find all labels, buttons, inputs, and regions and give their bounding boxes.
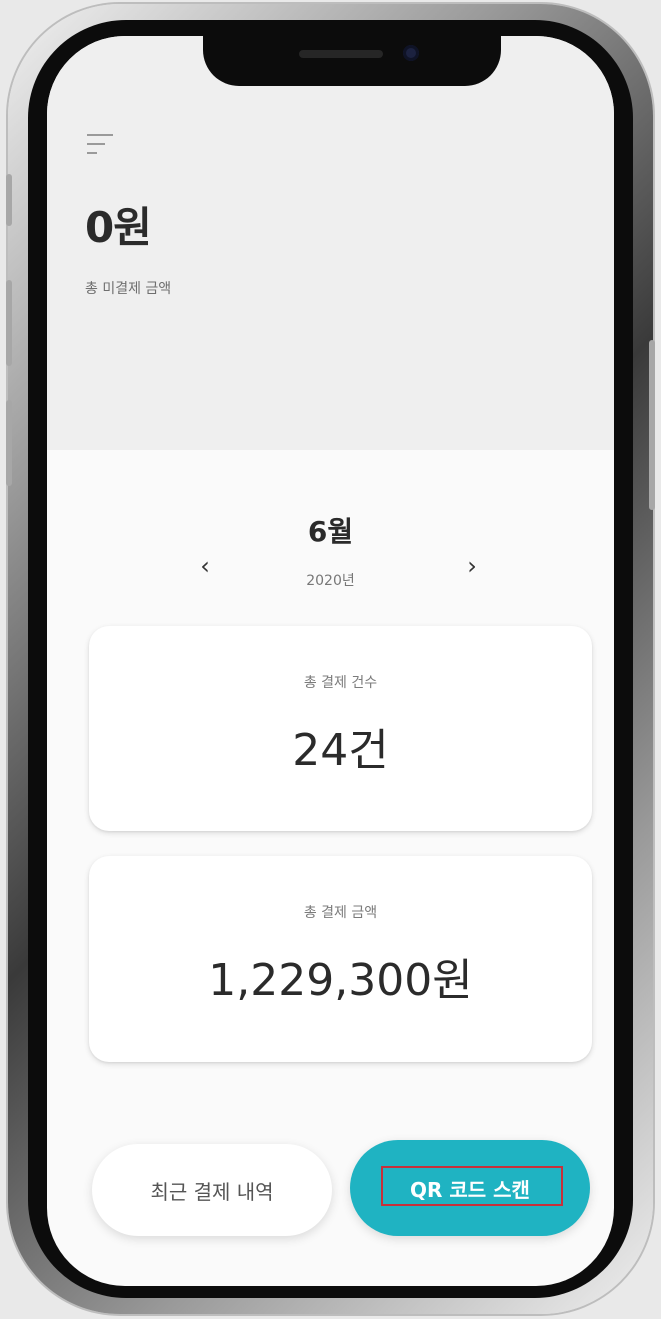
menu-icon[interactable] [87,132,113,156]
outstanding-label: 총 미결제 금액 [85,281,172,297]
summary-panel: 0원 총 미결제 금액 [47,36,614,450]
camera-icon [403,45,419,61]
qr-scan-button[interactable]: QR 코드 스캔 [350,1140,590,1236]
speaker-grille [299,50,383,58]
recent-payments-button[interactable]: 최근 결제 내역 [92,1144,332,1236]
qr-scan-label: QR 코드 스캔 [410,1177,530,1202]
app-screen: 0원 총 미결제 금액 6월 ‹ › 2020년 총 결제 건수 24건 총 결… [47,36,614,1286]
payment-count-card: 총 결제 건수 24건 [89,626,592,831]
phone-notch [203,36,501,86]
outstanding-amount: 0원 [85,203,152,252]
payment-count-value: 24건 [292,725,389,776]
payment-amount-value: 1,229,300원 [208,955,473,1006]
month-title: 6월 [307,515,354,548]
year-label: 2020년 [306,573,355,589]
payment-amount-label: 총 결제 금액 [303,905,378,921]
mute-switch [6,174,12,226]
volume-down-button [6,400,12,486]
payment-count-label: 총 결제 건수 [303,675,378,691]
payment-amount-card: 총 결제 금액 1,229,300원 [89,856,592,1062]
power-button [649,340,655,510]
volume-up-button [6,280,12,366]
